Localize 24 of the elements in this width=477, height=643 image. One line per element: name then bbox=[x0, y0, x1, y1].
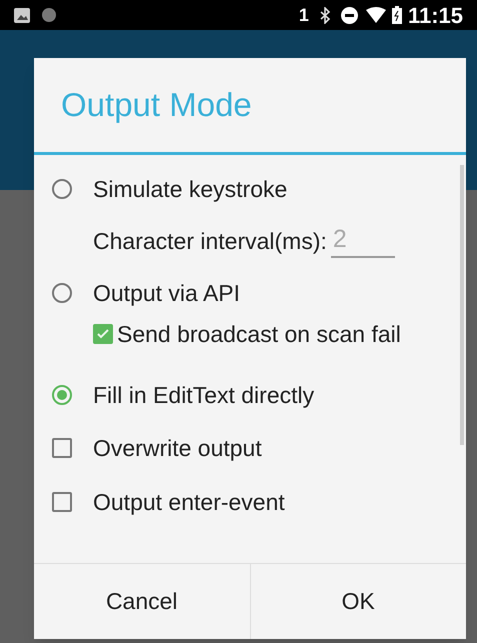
dialog-title: Output Mode bbox=[61, 85, 252, 126]
dialog-button[interactable]: OK bbox=[250, 564, 466, 639]
dialog-button[interactable]: Cancel bbox=[34, 564, 250, 639]
option-label: Simulate keystroke bbox=[93, 174, 288, 204]
option-label: Overwrite output bbox=[93, 434, 262, 463]
do-not-disturb-icon bbox=[340, 6, 358, 24]
bluetooth-icon bbox=[318, 6, 331, 24]
sim-slot-number: 1 bbox=[298, 4, 309, 26]
option-label: Output enter-event bbox=[93, 488, 285, 517]
checkbox[interactable] bbox=[52, 438, 72, 458]
clock-time: 11:15 bbox=[408, 2, 463, 30]
checkbox[interactable] bbox=[52, 492, 72, 512]
field-label: Character interval(ms): bbox=[93, 226, 327, 256]
wifi-icon bbox=[366, 7, 386, 23]
radio-button[interactable] bbox=[52, 385, 72, 405]
battery-icon bbox=[392, 6, 402, 24]
checkmark-icon bbox=[96, 327, 110, 341]
radio-button[interactable] bbox=[52, 283, 72, 303]
option-label: Send broadcast on scan fail bbox=[117, 321, 402, 347]
checkbox[interactable] bbox=[93, 324, 113, 344]
image-icon bbox=[14, 8, 30, 22]
option-label: Output via API bbox=[93, 278, 240, 308]
option-label: Fill in EditText directly bbox=[93, 380, 314, 410]
radio-button[interactable] bbox=[52, 179, 72, 199]
